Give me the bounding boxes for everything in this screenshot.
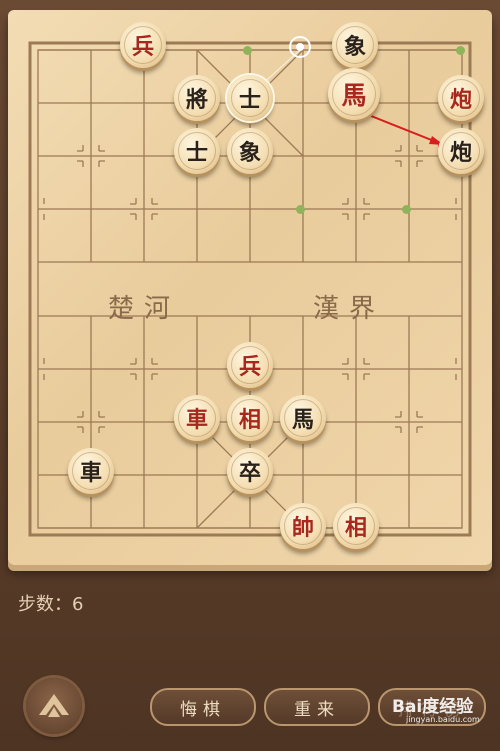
piece-glyph: 象 bbox=[238, 140, 261, 166]
up-arrow-icon bbox=[39, 694, 69, 717]
piece-glyph: 帥 bbox=[291, 515, 314, 541]
piece-glyph: 馬 bbox=[341, 81, 367, 110]
move-hint-dot[interactable] bbox=[456, 46, 465, 55]
piece-xiang-top[interactable]: 象 bbox=[332, 22, 378, 68]
undo-button[interactable]: 悔棋 bbox=[150, 688, 256, 726]
piece-shi-1[interactable]: 士 bbox=[227, 75, 273, 121]
piece-xiang-bottom[interactable]: 相 bbox=[333, 503, 379, 549]
piece-pao-2[interactable]: 炮 bbox=[438, 128, 484, 174]
piece-bing-mid[interactable]: 兵 bbox=[227, 342, 273, 388]
piece-glyph: 卒 bbox=[238, 460, 261, 486]
piece-glyph: 相 bbox=[238, 407, 261, 433]
piece-xiang-2[interactable]: 象 bbox=[227, 128, 273, 174]
piece-glyph: 士 bbox=[238, 87, 261, 113]
move-hint-dot[interactable] bbox=[402, 205, 411, 214]
piece-ma-mid[interactable]: 馬 bbox=[280, 395, 326, 441]
river-left-label: 楚河 bbox=[108, 294, 181, 324]
home-button[interactable] bbox=[26, 678, 82, 734]
piece-glyph: 象 bbox=[343, 34, 366, 60]
piece-glyph: 車 bbox=[185, 407, 208, 433]
piece-ju-mid[interactable]: 車 bbox=[174, 395, 220, 441]
piece-glyph: 炮 bbox=[449, 87, 472, 113]
piece-jiang[interactable]: 將 bbox=[174, 75, 220, 121]
piece-shi-2[interactable]: 士 bbox=[174, 128, 220, 174]
piece-bing-top[interactable]: 兵 bbox=[120, 22, 166, 68]
piece-xiang-mid[interactable]: 相 bbox=[227, 395, 273, 441]
watermark-brand: Bai度经验 bbox=[392, 697, 474, 717]
move-hint-dot[interactable] bbox=[296, 205, 305, 214]
baidu-watermark: Bai度经验 jingyan.baidu.com bbox=[392, 692, 480, 724]
step-counter: 步数：6 bbox=[18, 594, 84, 615]
piece-glyph: 車 bbox=[79, 460, 102, 486]
piece-shuai[interactable]: 帥 bbox=[280, 503, 326, 549]
move-hint-dot[interactable] bbox=[243, 46, 252, 55]
piece-ju-left[interactable]: 車 bbox=[68, 448, 114, 494]
piece-glyph: 炮 bbox=[449, 140, 472, 166]
piece-ma-top[interactable]: 馬 bbox=[328, 68, 380, 120]
piece-glyph: 相 bbox=[344, 515, 367, 541]
watermark-url: jingyan.baidu.com bbox=[406, 715, 480, 724]
piece-glyph: 將 bbox=[185, 87, 208, 113]
piece-glyph: 士 bbox=[185, 140, 208, 166]
piece-glyph: 兵 bbox=[131, 34, 154, 60]
piece-pao-top[interactable]: 炮 bbox=[438, 75, 484, 121]
piece-zu[interactable]: 卒 bbox=[227, 448, 273, 494]
river-right-label: 漢界 bbox=[313, 294, 386, 324]
game-screen: 楚河 漢界 兵 象 將 士 馬 炮 士 象 炮 兵 車 相 馬 車 卒 帥 相 … bbox=[0, 0, 500, 751]
piece-glyph: 兵 bbox=[238, 354, 261, 380]
piece-glyph: 馬 bbox=[291, 407, 314, 433]
restart-button[interactable]: 重来 bbox=[264, 688, 370, 726]
